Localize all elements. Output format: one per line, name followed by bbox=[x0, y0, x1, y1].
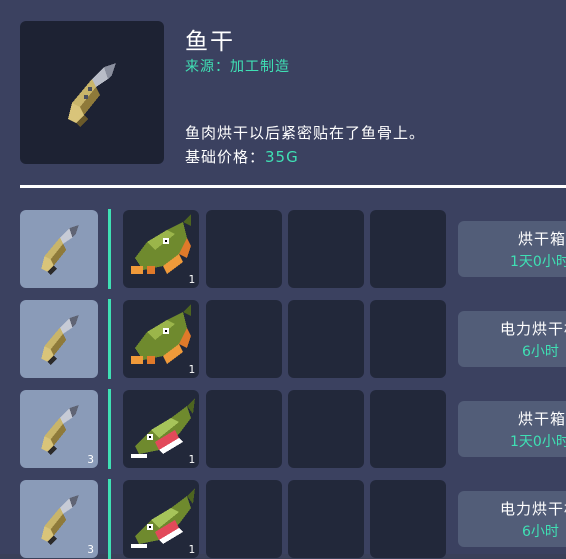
machine-time: 6小时 bbox=[522, 524, 559, 540]
input-count: 1 bbox=[188, 273, 195, 286]
machine-name: 烘干箱 bbox=[518, 230, 566, 248]
item-description: 鱼肉烘干以后紧密贴在了鱼骨上。 bbox=[185, 124, 426, 142]
recipe-list: 1 烘干箱 1天0小时 1 电力烘干 6小时 3 1 烘干箱 1天0小时 3 1… bbox=[0, 209, 566, 559]
item-title: 鱼干 bbox=[185, 29, 235, 55]
machine-box[interactable]: 烘干箱 1天0小时 bbox=[458, 221, 566, 277]
machine-box[interactable]: 电力烘干机 6小时 bbox=[458, 311, 566, 367]
input-count: 1 bbox=[188, 543, 195, 556]
machine-name: 电力烘干机 bbox=[500, 320, 566, 338]
item-price: 基础价格：35G bbox=[185, 146, 299, 167]
dried-fish-icon bbox=[68, 63, 116, 127]
empty-input-slot[interactable] bbox=[370, 300, 446, 378]
empty-input-slot[interactable] bbox=[206, 210, 282, 288]
section-divider bbox=[20, 185, 566, 188]
recipe-row[interactable]: 3 1 电力烘干机 6小时 bbox=[0, 479, 566, 559]
recipe-row[interactable]: 1 烘干箱 1天0小时 bbox=[0, 209, 566, 289]
empty-input-slot[interactable] bbox=[370, 210, 446, 288]
fish-ingredient-icon bbox=[131, 214, 191, 274]
empty-input-slot[interactable] bbox=[288, 300, 364, 378]
empty-input-slot[interactable] bbox=[206, 480, 282, 558]
machine-box[interactable]: 烘干箱 1天0小时 bbox=[458, 401, 566, 457]
empty-input-slot[interactable] bbox=[206, 390, 282, 468]
machine-time: 1天0小时 bbox=[510, 434, 566, 450]
empty-input-slot[interactable] bbox=[288, 210, 364, 288]
empty-input-slot[interactable] bbox=[370, 480, 446, 558]
machine-name: 烘干箱 bbox=[518, 410, 566, 428]
input-slot[interactable]: 1 bbox=[123, 210, 199, 288]
output-slot[interactable]: 3 bbox=[20, 480, 98, 558]
output-slot[interactable] bbox=[20, 300, 98, 378]
machine-box[interactable]: 电力烘干机 6小时 bbox=[458, 491, 566, 547]
empty-input-slot[interactable] bbox=[206, 300, 282, 378]
output-count: 3 bbox=[87, 453, 94, 466]
recipe-row[interactable]: 3 1 烘干箱 1天0小时 bbox=[0, 389, 566, 469]
fish-ingredient-icon bbox=[131, 304, 191, 364]
recipe-separator bbox=[108, 299, 111, 379]
machine-name: 电力烘干机 bbox=[500, 500, 566, 518]
trout-ingredient-icon bbox=[131, 488, 195, 548]
recipe-row[interactable]: 1 电力烘干机 6小时 bbox=[0, 299, 566, 379]
output-slot[interactable] bbox=[20, 210, 98, 288]
price-value: 35G bbox=[265, 148, 299, 166]
input-slot[interactable]: 1 bbox=[123, 300, 199, 378]
item-source: 来源：加工制造 bbox=[185, 59, 290, 75]
input-count: 1 bbox=[188, 363, 195, 376]
output-count: 3 bbox=[87, 543, 94, 556]
input-slot[interactable]: 1 bbox=[123, 480, 199, 558]
item-icon-slot bbox=[20, 21, 164, 164]
recipe-separator bbox=[108, 479, 111, 559]
price-label: 基础价格： bbox=[185, 148, 266, 166]
machine-time: 6小时 bbox=[522, 344, 559, 360]
dried-fish-icon bbox=[41, 495, 79, 545]
dried-fish-icon bbox=[41, 315, 79, 365]
recipe-separator bbox=[108, 389, 111, 469]
item-detail-panel: 鱼干 来源：加工制造 鱼肉烘干以后紧密贴在了鱼骨上。 基础价格：35G 1 烘干… bbox=[0, 0, 566, 559]
dried-fish-icon bbox=[41, 225, 79, 275]
empty-input-slot[interactable] bbox=[288, 480, 364, 558]
input-slot[interactable]: 1 bbox=[123, 390, 199, 468]
input-count: 1 bbox=[188, 453, 195, 466]
dried-fish-icon bbox=[41, 405, 79, 455]
empty-input-slot[interactable] bbox=[288, 390, 364, 468]
output-slot[interactable]: 3 bbox=[20, 390, 98, 468]
empty-input-slot[interactable] bbox=[370, 390, 446, 468]
machine-time: 1天0小时 bbox=[510, 254, 566, 270]
recipe-separator bbox=[108, 209, 111, 289]
trout-ingredient-icon bbox=[131, 398, 195, 458]
